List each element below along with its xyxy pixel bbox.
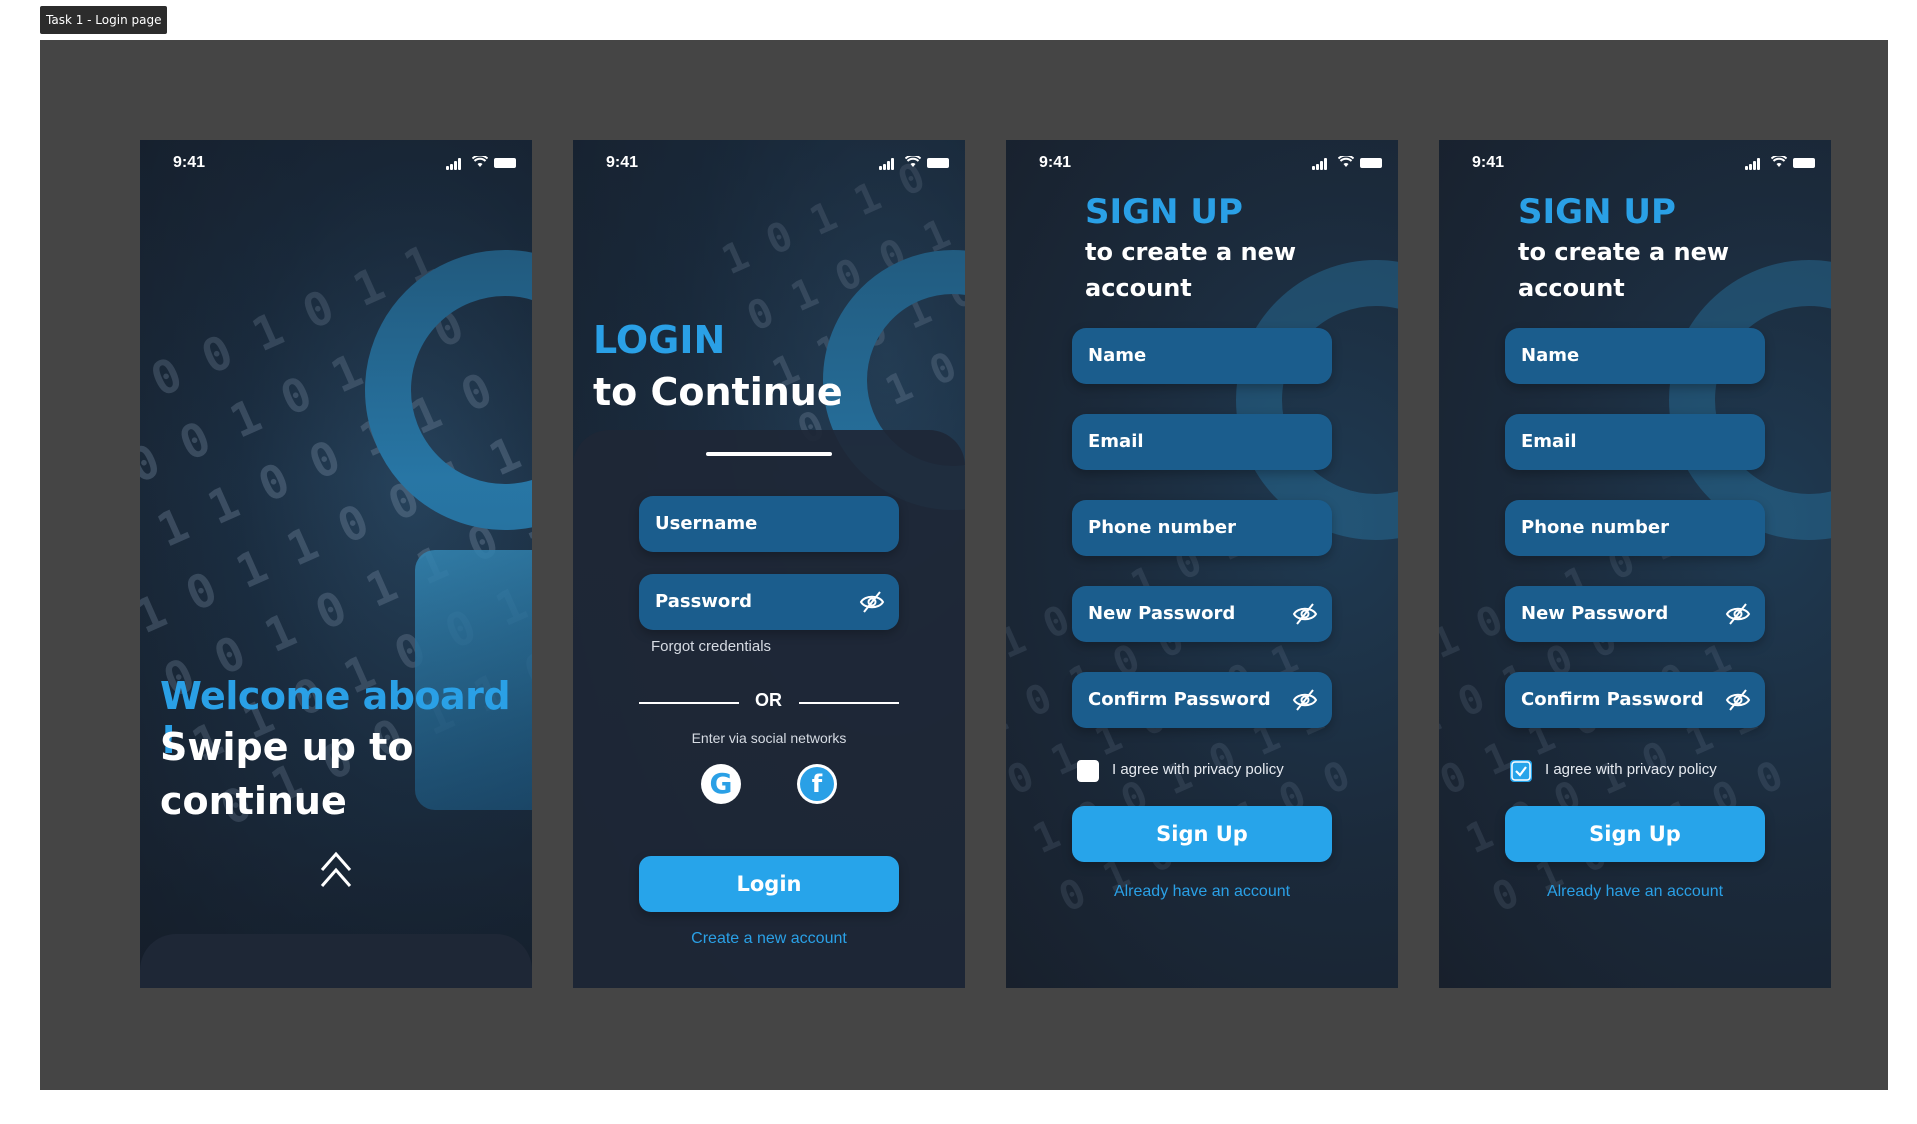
design-canvas: 0 1 0 0 1 0 1 1 1 0 0 1 0 1 0 0 0 1 1 0 … <box>40 40 1888 1090</box>
username-placeholder: Username <box>655 513 758 534</box>
battery-icon <box>1793 158 1815 168</box>
signup-title: SIGN UP <box>1085 192 1243 232</box>
wifi-icon <box>472 156 488 167</box>
privacy-label: I agree with privacy policy <box>1545 761 1717 778</box>
name-input[interactable]: Name <box>1072 328 1332 384</box>
battery-icon <box>1360 158 1382 168</box>
facebook-icon[interactable]: f <box>797 764 837 804</box>
double-chevron-up-icon[interactable] <box>318 850 354 890</box>
eye-off-icon[interactable] <box>1292 601 1318 627</box>
confirm-password-placeholder: Confirm Password <box>1088 689 1271 710</box>
login-subtitle: to Continue <box>593 370 843 414</box>
signup-screen: 0 1 0 1 1 0 1 1 0 1 0 0 1 0 0 1 1 0 1 0 … <box>1006 140 1398 988</box>
privacy-checkbox[interactable] <box>1510 760 1532 782</box>
signup-subtitle: to create a new account <box>1518 238 1730 302</box>
battery-icon <box>927 158 949 168</box>
password-input[interactable]: Password <box>639 574 899 630</box>
social-networks-label: Enter via social networks <box>691 730 847 746</box>
google-icon[interactable]: G <box>701 764 741 804</box>
phone-input[interactable]: Phone number <box>1072 500 1332 556</box>
login-button[interactable]: Login <box>639 856 899 912</box>
welcome-screen: 0 1 0 0 1 0 1 1 1 0 0 1 0 1 0 0 0 1 1 0 … <box>140 140 532 988</box>
signup-button[interactable]: Sign Up <box>1505 806 1765 862</box>
eye-off-icon[interactable] <box>1292 687 1318 713</box>
signup-title: SIGN UP <box>1518 192 1676 232</box>
new-password-input[interactable]: New Password <box>1505 586 1765 642</box>
name-input[interactable]: Name <box>1505 328 1765 384</box>
new-password-placeholder: New Password <box>1521 603 1669 624</box>
status-time: 9:41 <box>1039 154 1072 171</box>
status-time: 9:41 <box>1472 154 1505 171</box>
bottom-sheet-peek[interactable] <box>140 934 532 988</box>
already-have-account-link[interactable]: Already have an account <box>1439 883 1831 901</box>
new-password-input[interactable]: New Password <box>1072 586 1332 642</box>
login-screen: 1 0 1 1 0 0 1 0 0 1 1 1 0 1 0 0 0 1 0 1 … <box>573 140 965 988</box>
status-bar: 9:41 <box>140 140 532 184</box>
phone-placeholder: Phone number <box>1521 517 1670 538</box>
checkmark-icon <box>1510 760 1532 782</box>
forgot-credentials-link[interactable]: Forgot credentials <box>651 638 771 655</box>
privacy-checkbox[interactable] <box>1077 760 1099 782</box>
username-input[interactable]: Username <box>639 496 899 552</box>
confirm-password-input[interactable]: Confirm Password <box>1505 672 1765 728</box>
signup-screen-checked: 0 1 0 1 1 0 1 1 0 1 0 0 1 0 0 1 1 0 1 0 … <box>1439 140 1831 988</box>
wifi-icon <box>1338 156 1354 167</box>
login-title: LOGIN <box>593 318 726 362</box>
new-password-placeholder: New Password <box>1088 603 1236 624</box>
swipe-instruction: Swipe up to continue <box>160 725 414 823</box>
status-time: 9:41 <box>173 154 206 171</box>
email-placeholder: Email <box>1521 431 1577 452</box>
email-input[interactable]: Email <box>1072 414 1332 470</box>
eye-off-icon[interactable] <box>859 589 885 615</box>
password-placeholder: Password <box>655 591 753 612</box>
email-placeholder: Email <box>1088 431 1144 452</box>
privacy-label: I agree with privacy policy <box>1112 761 1284 778</box>
divider-right <box>799 702 899 704</box>
frame-label: Task 1 - Login page <box>40 6 168 34</box>
name-placeholder: Name <box>1521 345 1580 366</box>
battery-icon <box>494 158 516 168</box>
name-placeholder: Name <box>1088 345 1147 366</box>
confirm-password-placeholder: Confirm Password <box>1521 689 1704 710</box>
signup-subtitle: to create a new account <box>1085 238 1297 302</box>
eye-off-icon[interactable] <box>1725 601 1751 627</box>
status-bar: 9:41 <box>573 140 965 184</box>
signup-button[interactable]: Sign Up <box>1072 806 1332 862</box>
status-time: 9:41 <box>606 154 639 171</box>
wifi-icon <box>1771 156 1787 167</box>
sheet-handle[interactable] <box>706 452 832 456</box>
create-account-link[interactable]: Create a new account <box>573 930 965 948</box>
phone-placeholder: Phone number <box>1088 517 1237 538</box>
status-bar: 9:41 <box>1439 140 1831 184</box>
divider-left <box>639 702 739 704</box>
email-input[interactable]: Email <box>1505 414 1765 470</box>
status-bar: 9:41 <box>1006 140 1398 184</box>
phone-input[interactable]: Phone number <box>1505 500 1765 556</box>
confirm-password-input[interactable]: Confirm Password <box>1072 672 1332 728</box>
already-have-account-link[interactable]: Already have an account <box>1006 883 1398 901</box>
wifi-icon <box>905 156 921 167</box>
eye-off-icon[interactable] <box>1725 687 1751 713</box>
or-separator: OR <box>755 690 782 710</box>
